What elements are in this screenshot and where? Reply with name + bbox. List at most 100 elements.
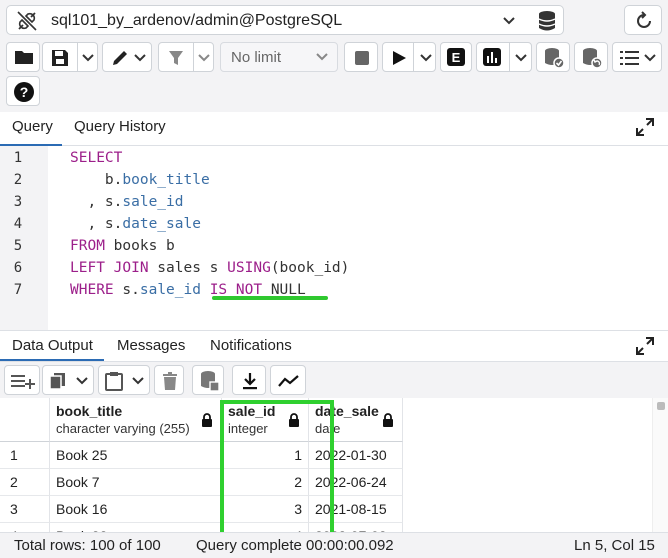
connection-label: sql101_by_ardenov/admin@PostgreSQL xyxy=(51,12,343,29)
chevron-down-icon[interactable] xyxy=(643,52,657,64)
sql-text: s. xyxy=(113,282,140,298)
line-number: 1 xyxy=(13,150,23,166)
sql-keyword: SELECT xyxy=(70,150,123,166)
row-number-header xyxy=(0,398,50,442)
line-number: 3 xyxy=(13,194,23,210)
save-icon xyxy=(52,50,68,66)
help-label: ? xyxy=(20,84,29,100)
table-cell-book-title[interactable]: Book 25 xyxy=(50,442,222,469)
row-number[interactable]: 4 xyxy=(0,523,50,532)
code-line[interactable]: FROM books b xyxy=(70,238,175,254)
add-row-button[interactable] xyxy=(4,365,40,395)
refresh-icon xyxy=(637,11,651,28)
sql-text: sales s xyxy=(148,260,228,276)
chevron-down-icon[interactable] xyxy=(75,375,89,387)
expand-icon[interactable] xyxy=(636,118,654,136)
lock-icon xyxy=(383,413,393,427)
bar-chart-icon xyxy=(483,48,501,66)
edit-button[interactable] xyxy=(102,42,152,72)
database-undo-icon xyxy=(583,48,603,69)
play-icon xyxy=(393,51,406,65)
sql-identifier: book_title xyxy=(122,172,210,188)
cursor-position: Ln 5, Col 15 xyxy=(574,537,655,554)
table-cell-book-title[interactable]: Book 33 xyxy=(50,523,222,532)
explain-label: E xyxy=(452,50,461,65)
database-icon[interactable] xyxy=(537,10,557,32)
help-button[interactable]: ? xyxy=(6,76,40,106)
filter-button[interactable] xyxy=(158,42,214,72)
sql-text: books b xyxy=(104,238,175,254)
status-bar: Total rows: 100 of 100 Query complete 00… xyxy=(0,532,668,558)
filter-icon xyxy=(169,51,183,65)
save-button[interactable] xyxy=(42,42,98,72)
commit-button[interactable] xyxy=(536,42,570,72)
download-icon xyxy=(243,373,257,390)
graph-visualiser-button[interactable] xyxy=(270,365,306,395)
row-number[interactable]: 3 xyxy=(0,496,50,523)
add-row-icon xyxy=(11,375,35,389)
sql-identifier: date_sale xyxy=(122,216,201,232)
vertical-scrollbar[interactable] xyxy=(652,398,668,532)
pencil-icon xyxy=(113,51,127,65)
connection-selector[interactable]: sql101_by_ardenov/admin@PostgreSQL xyxy=(6,5,564,35)
chevron-down-icon[interactable] xyxy=(197,52,211,64)
execute-button[interactable] xyxy=(382,42,436,72)
line-number: 7 xyxy=(13,282,23,298)
chevron-down-icon[interactable] xyxy=(419,52,433,64)
chevron-down-icon[interactable] xyxy=(133,52,147,64)
sql-text: , s. xyxy=(70,216,123,232)
code-line[interactable]: LEFT JOIN sales s USING(book_id) xyxy=(70,260,349,276)
tab-data-output[interactable]: Data Output xyxy=(0,331,104,361)
chevron-down-icon[interactable] xyxy=(501,13,517,29)
explain-analyze-button[interactable] xyxy=(476,42,532,72)
paste-button[interactable] xyxy=(98,365,150,395)
editor-tabs: Query Query History xyxy=(0,112,668,146)
folder-icon xyxy=(15,51,33,64)
lock-icon xyxy=(202,413,212,427)
sql-text: b. xyxy=(70,172,123,188)
sql-keyword: FROM xyxy=(70,238,105,254)
code-line[interactable]: , s.date_sale xyxy=(70,216,201,232)
chevron-down-icon[interactable] xyxy=(131,375,145,387)
sql-identifier: sale_id xyxy=(122,194,184,210)
open-file-button[interactable] xyxy=(6,42,40,72)
column-header-book-title[interactable]: book_title character varying (255) xyxy=(50,398,222,442)
code-line[interactable]: SELECT xyxy=(70,150,122,166)
query-toolbar: No limit E ? xyxy=(0,40,668,112)
save-data-button[interactable] xyxy=(192,365,224,395)
code-line[interactable]: , s.sale_id xyxy=(70,194,184,210)
table-cell-book-title[interactable]: Book 7 xyxy=(50,469,222,496)
list-icon xyxy=(620,51,639,65)
expand-icon[interactable] xyxy=(636,337,654,355)
code-line[interactable]: b.book_title xyxy=(70,172,210,188)
database-save-icon xyxy=(201,371,219,392)
line-gutter: 1 2 3 4 5 6 7 xyxy=(0,146,48,330)
download-button[interactable] xyxy=(232,365,266,395)
chevron-down-icon[interactable] xyxy=(81,52,95,64)
stop-button[interactable] xyxy=(344,42,378,72)
delete-button[interactable] xyxy=(154,365,184,395)
tab-messages[interactable]: Messages xyxy=(117,331,201,361)
database-check-icon xyxy=(545,48,565,69)
chevron-down-icon[interactable] xyxy=(514,52,528,64)
rollback-button[interactable] xyxy=(574,42,608,72)
tab-query[interactable]: Query xyxy=(0,112,62,146)
sql-editor[interactable]: 1234567 SELECT b.book_title , s.sale_id … xyxy=(0,146,668,330)
rows-limit-select[interactable]: No limit xyxy=(220,42,338,72)
tab-query-history[interactable]: Query History xyxy=(74,112,194,146)
row-number[interactable]: 1 xyxy=(0,442,50,469)
sql-identifier: sale_id xyxy=(139,282,201,298)
line-number: 4 xyxy=(13,216,23,232)
explain-button[interactable]: E xyxy=(440,42,472,72)
sql-text: (book_id) xyxy=(270,260,350,276)
tab-notifications-label: Notifications xyxy=(210,337,292,354)
table-cell-book-title[interactable]: Book 16 xyxy=(50,496,222,523)
line-number: 6 xyxy=(13,260,23,276)
row-number[interactable]: 2 xyxy=(0,469,50,496)
copy-button[interactable] xyxy=(42,365,94,395)
macros-button[interactable] xyxy=(612,42,662,72)
tab-notifications[interactable]: Notifications xyxy=(210,331,310,361)
reset-connection-button[interactable] xyxy=(624,5,662,35)
copy-icon xyxy=(49,373,65,390)
